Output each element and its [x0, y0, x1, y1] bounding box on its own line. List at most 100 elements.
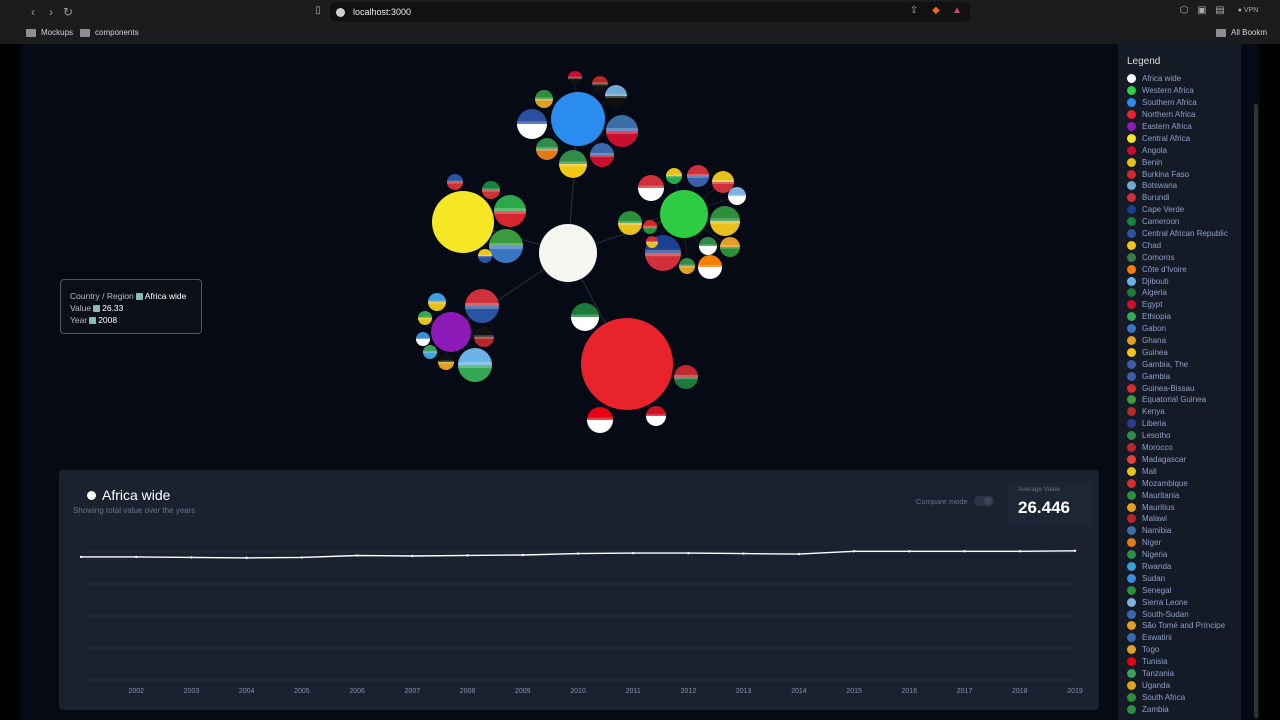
eastern-africa-bubble[interactable] — [431, 312, 471, 352]
data-point[interactable] — [1018, 550, 1021, 553]
sidebar-icon[interactable]: ▣ — [1196, 5, 1208, 17]
data-point[interactable] — [300, 556, 304, 559]
southern-africa-bubble[interactable] — [551, 92, 605, 146]
share-icon[interactable]: ⇪ — [908, 5, 920, 17]
central-africa-bubble[interactable] — [432, 191, 494, 253]
eswatini-flag-bubble[interactable] — [590, 143, 614, 167]
car-flag-bubble[interactable] — [447, 174, 463, 190]
mauritius-flag-bubble[interactable] — [465, 289, 499, 323]
data-point[interactable] — [245, 556, 248, 560]
legend-item[interactable]: Egypt — [1127, 299, 1241, 311]
forward-icon[interactable]: › — [44, 5, 58, 19]
mali-flag-bubble[interactable] — [666, 168, 682, 184]
brave-shield-icon[interactable]: ◆ — [930, 5, 942, 17]
legend-item[interactable]: Madagascar — [1127, 454, 1241, 466]
sierra-leone-flag-bubble[interactable] — [728, 187, 746, 205]
legend-item[interactable]: Morocco — [1127, 442, 1241, 454]
gambia-flag-bubble[interactable] — [687, 165, 709, 187]
data-point[interactable] — [797, 552, 801, 556]
legend-item[interactable]: Tunisia — [1127, 656, 1241, 668]
ethiopia-flag-bubble[interactable] — [418, 311, 432, 325]
legend-item[interactable]: Mozambique — [1127, 477, 1241, 489]
legend-item[interactable]: Malawi — [1127, 513, 1241, 525]
legend-item[interactable]: South-Sudan — [1127, 608, 1241, 620]
compare-mode[interactable]: Compare mode — [916, 496, 994, 506]
legend-item[interactable]: Ethiopia — [1127, 311, 1241, 323]
cameroon-flag-bubble[interactable] — [482, 181, 500, 199]
egypt-flag-bubble[interactable] — [646, 406, 666, 426]
legend-item[interactable]: Guinea — [1127, 346, 1241, 358]
bookmark-icon[interactable]: ▯ — [312, 5, 324, 17]
legend-item[interactable]: Central African Republic — [1127, 228, 1241, 240]
legend-item[interactable]: Chad — [1127, 239, 1241, 251]
legend-item[interactable]: Central Africa — [1127, 132, 1241, 144]
legend-item[interactable]: Nigeria — [1127, 549, 1241, 561]
data-point[interactable] — [632, 551, 635, 555]
data-point[interactable] — [687, 551, 690, 555]
legend-item[interactable]: Mauritius — [1127, 501, 1241, 513]
legend-item[interactable]: Benin — [1127, 156, 1241, 168]
data-point[interactable] — [521, 553, 524, 557]
address-bar[interactable]: localhost:3000 — [330, 2, 970, 22]
bookmark-mockups[interactable]: Mockups — [26, 28, 73, 37]
uganda-flag-bubble[interactable] — [438, 354, 454, 370]
data-point[interactable] — [190, 556, 193, 559]
lesotho-flag-bubble[interactable] — [517, 109, 547, 139]
legend-item[interactable]: Togo — [1127, 644, 1241, 656]
legend-item[interactable]: Gambia — [1127, 370, 1241, 382]
legend-item[interactable]: Uganda — [1127, 679, 1241, 691]
legend-item[interactable]: Gabon — [1127, 323, 1241, 335]
legend-item[interactable]: Senegal — [1127, 584, 1241, 596]
legend-item[interactable]: Zambia — [1127, 703, 1241, 715]
data-point[interactable] — [1073, 549, 1077, 552]
data-point[interactable] — [908, 550, 911, 553]
legend-item[interactable]: Sudan — [1127, 572, 1241, 584]
legend-item[interactable]: Burkina Faso — [1127, 168, 1241, 180]
legend-item[interactable]: Kenya — [1127, 406, 1241, 418]
legend-item[interactable]: Lesotho — [1127, 430, 1241, 442]
tanzania-flag-bubble[interactable] — [423, 345, 437, 359]
data-point[interactable] — [576, 552, 580, 555]
northern-africa-bubble[interactable] — [581, 318, 673, 410]
legend-item[interactable]: Cameroon — [1127, 216, 1241, 228]
malawi-flag-bubble[interactable] — [592, 76, 608, 92]
congo-flag-bubble[interactable] — [494, 195, 526, 227]
legend-item[interactable]: Djibouti — [1127, 275, 1241, 287]
data-point[interactable] — [742, 552, 745, 555]
site-info-icon[interactable] — [336, 7, 345, 17]
compare-mode-toggle[interactable] — [973, 496, 994, 506]
djibouti-flag-bubble[interactable] — [458, 348, 492, 382]
angola-flag-bubble[interactable] — [568, 71, 582, 85]
legend-item[interactable]: Algeria — [1127, 287, 1241, 299]
data-point[interactable] — [852, 550, 856, 553]
burkina-flag-bubble[interactable] — [643, 220, 657, 234]
line-chart[interactable]: 2002 2003 2004 2005 2006 2007 2008 2009 2010 2011… — [59, 530, 1099, 705]
bubble-chart[interactable] — [20, 44, 1118, 464]
nigeria-flag-bubble[interactable] — [699, 237, 717, 255]
legend-item[interactable]: Ghana — [1127, 335, 1241, 347]
extensions-icon[interactable]: ⬡ — [1178, 5, 1190, 17]
legend-item[interactable]: Tanzania — [1127, 668, 1241, 680]
legend-item[interactable]: Guinea-Bissau — [1127, 382, 1241, 394]
zambia-flag-bubble[interactable] — [536, 138, 558, 160]
legend-item[interactable]: Sierra Leone — [1127, 596, 1241, 608]
all-bookmarks[interactable]: All Bookm — [1216, 28, 1267, 37]
legend-item[interactable]: Western Africa — [1127, 85, 1241, 97]
cote-divoire-flag-bubble[interactable] — [698, 255, 722, 279]
senegal-flag-bubble[interactable] — [618, 211, 642, 235]
legend-item[interactable]: Niger — [1127, 537, 1241, 549]
africa-wide-bubble[interactable] — [539, 224, 597, 282]
wallet-icon[interactable]: ▤ — [1214, 5, 1226, 17]
botswana-flag-bubble[interactable] — [605, 85, 627, 107]
back-icon[interactable]: ‹ — [26, 5, 40, 19]
data-point[interactable] — [79, 555, 83, 559]
legend-item[interactable]: South Africa — [1127, 691, 1241, 703]
chad-flag-bubble[interactable] — [478, 249, 492, 263]
tunisia-flag-bubble[interactable] — [587, 407, 613, 433]
data-point[interactable] — [963, 550, 966, 553]
legend-item[interactable]: Gambia, The — [1127, 358, 1241, 370]
legend-item[interactable]: Africa wide — [1127, 73, 1241, 85]
algeria-flag-bubble[interactable] — [571, 303, 599, 331]
data-point[interactable] — [355, 554, 359, 557]
legend-item[interactable]: Angola — [1127, 144, 1241, 156]
